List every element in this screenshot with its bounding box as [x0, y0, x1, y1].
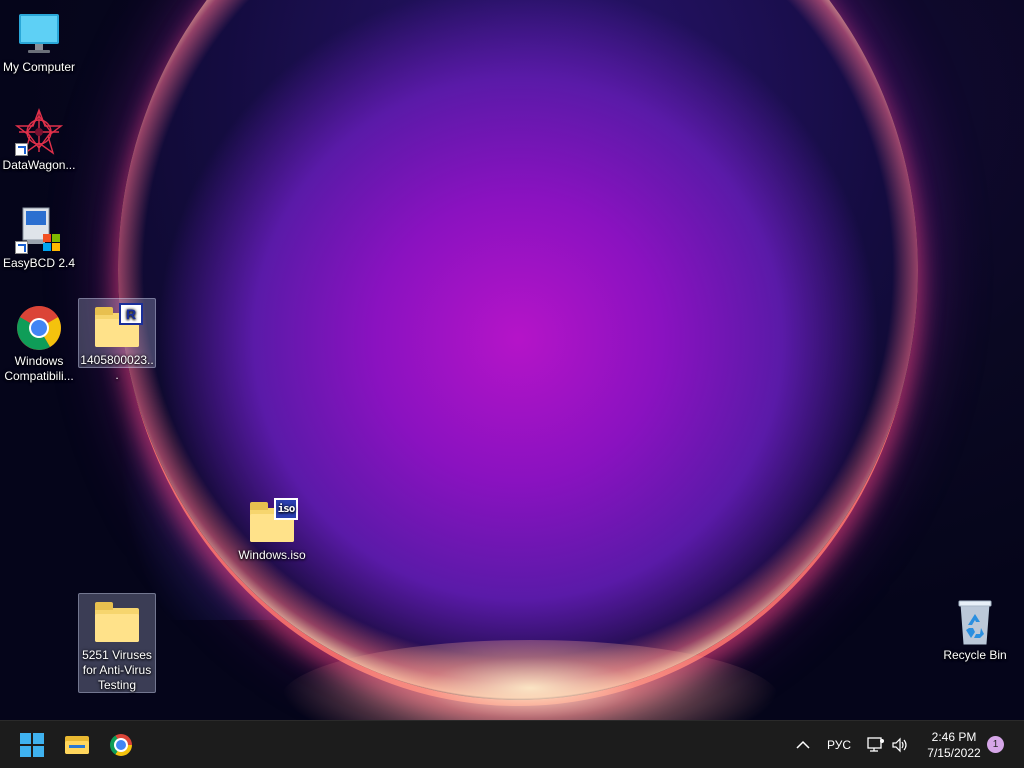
iso-file-icon: iso: [248, 498, 298, 546]
taskbar-chrome[interactable]: [103, 727, 139, 763]
language-label: РУС: [826, 738, 852, 752]
desktop-icon-label: Recycle Bin: [943, 648, 1007, 662]
desktop-icon-label: Windows Compatibili...: [4, 354, 74, 383]
badge-r: R: [119, 303, 143, 325]
desktop-icon-label: 5251 Viruses for Anti-Virus Testing: [82, 648, 152, 692]
badge-iso: iso: [274, 498, 298, 520]
file-explorer-icon: [65, 736, 89, 754]
taskbar: РУС 2:46 PM 7/15/2022 1: [0, 720, 1024, 768]
desktop-icon-recycle-bin[interactable]: Recycle Bin: [936, 594, 1014, 663]
chrome-icon: [15, 304, 63, 352]
clock-date: 7/15/2022: [927, 746, 981, 760]
desktop-icon-archive-r[interactable]: R 1405800023...: [78, 298, 156, 382]
network-icon: [867, 737, 884, 752]
desktop-icon-label: DataWagon...: [2, 158, 76, 172]
desktop-icon-windows-iso[interactable]: iso Windows.iso: [233, 494, 311, 563]
chrome-icon: [110, 734, 132, 756]
desktop-icon-label: Windows.iso: [238, 548, 306, 562]
easybcd-icon: [15, 206, 63, 254]
shortcut-arrow-icon: [15, 241, 28, 254]
desktop-icon-datawagon[interactable]: DataWagon...: [0, 104, 78, 173]
shortcut-arrow-icon: [15, 143, 28, 156]
desktop-icon-easybcd[interactable]: EasyBCD 2.4: [0, 202, 78, 271]
desktop-icon-label: 1405800023...: [80, 353, 154, 382]
clock-time: 2:46 PM: [931, 730, 977, 744]
clock[interactable]: 2:46 PM 7/15/2022: [914, 729, 994, 761]
start-button[interactable]: [14, 727, 50, 763]
volume-icon: [892, 737, 907, 753]
start-icon: [20, 733, 44, 757]
recycle-bin-icon: [951, 598, 999, 646]
chevron-up-icon: [796, 740, 810, 749]
desktop-icon-viruses-folder[interactable]: 5251 Viruses for Anti-Virus Testing: [78, 593, 156, 693]
desktop-icon-my-computer[interactable]: My Computer: [0, 6, 78, 75]
datawagon-icon: [14, 108, 64, 156]
desktop-icon-label: EasyBCD 2.4: [2, 256, 76, 270]
folder-icon: [93, 598, 141, 646]
language-indicator[interactable]: РУС: [826, 721, 852, 768]
quick-settings-button[interactable]: [860, 727, 916, 763]
desktop-icon-label: My Computer: [2, 60, 76, 74]
show-hidden-icons-button[interactable]: [786, 727, 820, 763]
notification-badge[interactable]: 1: [987, 736, 1004, 753]
taskbar-file-explorer[interactable]: [59, 727, 95, 763]
desktop-icon-windows-compatibility[interactable]: Windows Compatibili...: [0, 300, 78, 384]
folder-r-icon: R: [93, 303, 143, 351]
monitor-icon: [15, 10, 63, 58]
